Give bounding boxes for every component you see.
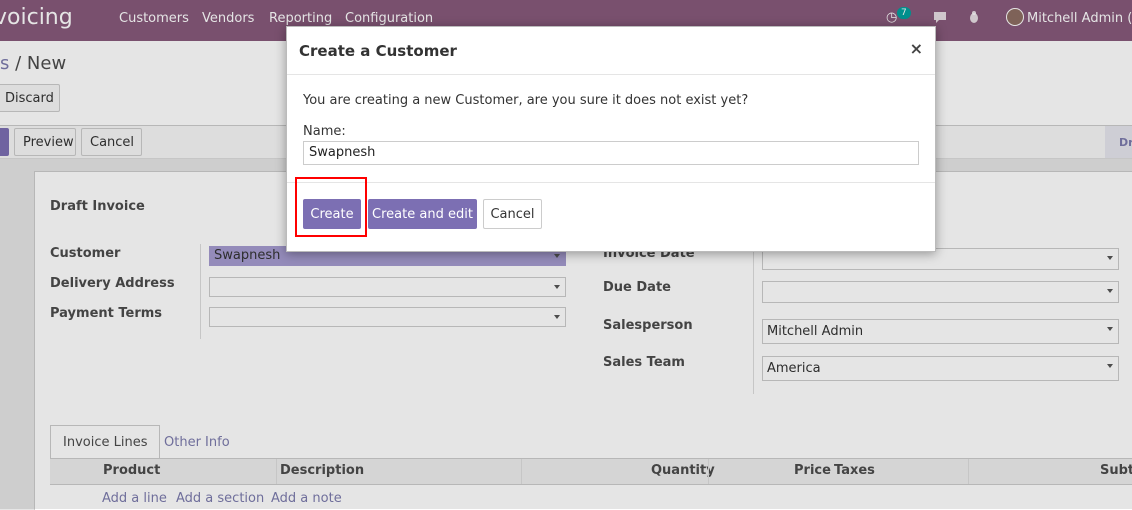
create-customer-dialog: Create a Customer × You are creating a n… <box>286 26 936 252</box>
create-button-highlight <box>295 177 367 237</box>
close-icon[interactable]: × <box>910 39 923 58</box>
dialog-header-divider <box>287 74 935 75</box>
dialog-cancel-button[interactable]: Cancel <box>483 199 542 229</box>
name-input-value: Swapnesh <box>309 145 376 160</box>
dialog-cancel-label: Cancel <box>490 206 535 222</box>
dialog-title: Create a Customer <box>299 42 457 60</box>
dialog-footer-divider <box>287 182 935 183</box>
create-and-edit-label: Create and edit <box>372 206 473 222</box>
dialog-message: You are creating a new Customer, are you… <box>303 93 749 108</box>
name-input[interactable]: Swapnesh <box>303 141 919 165</box>
create-and-edit-button[interactable]: Create and edit <box>368 199 477 229</box>
name-label: Name: <box>303 124 346 139</box>
